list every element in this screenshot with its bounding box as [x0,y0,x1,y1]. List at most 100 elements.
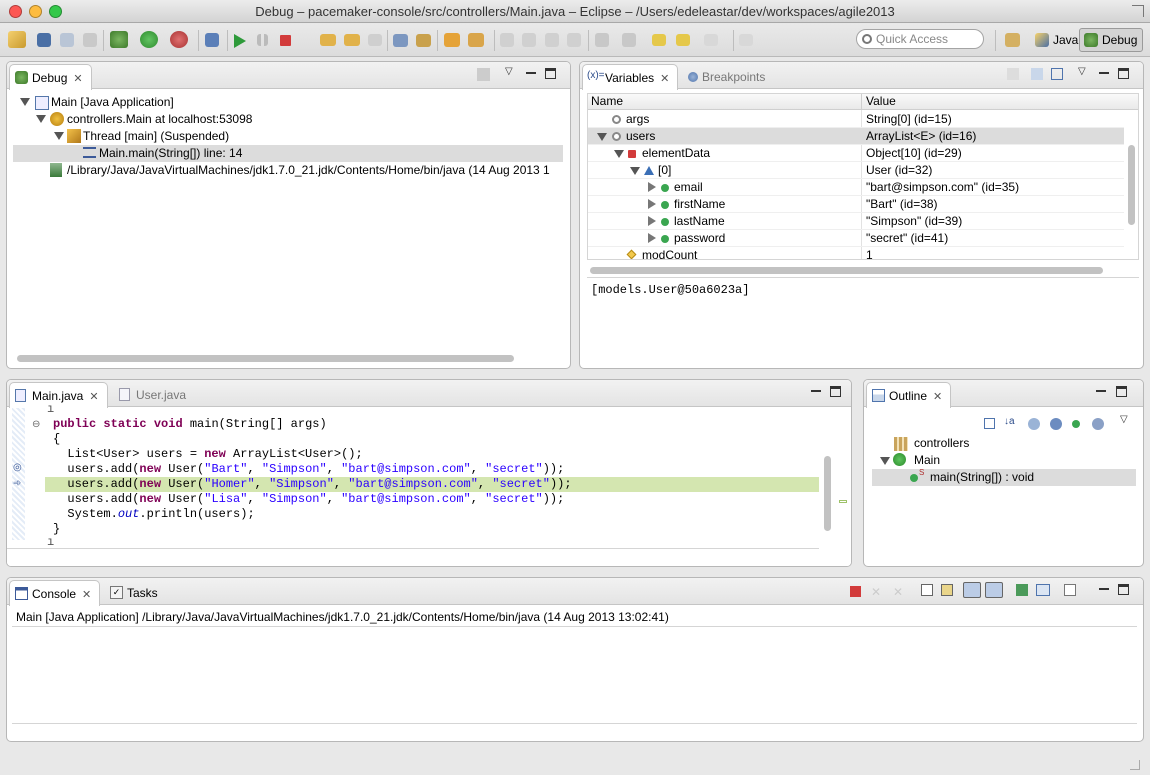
open-type-icon[interactable] [444,33,460,47]
maximize-view-button[interactable] [1118,584,1130,596]
display-selected-console-icon[interactable] [1036,584,1050,596]
perspective-debug[interactable]: Debug [1079,28,1144,52]
collapse-all-icon[interactable] [984,418,995,429]
variable-row[interactable]: modCount 1 [588,247,1124,259]
tab-tasks[interactable]: ✓ Tasks [105,580,166,606]
pin-editor-icon[interactable] [739,34,753,46]
tree-item-launch[interactable]: Main [Java Application] [51,94,174,111]
maximize-view-button[interactable] [1116,386,1128,398]
perspective-java[interactable]: Java [1030,28,1084,52]
expand-toggle-icon[interactable] [648,233,656,243]
skip-breakpoints-icon[interactable] [205,33,219,47]
debug-run-icon[interactable] [110,31,128,48]
collapse-all-icon[interactable] [1051,68,1063,80]
hide-non-public-icon[interactable] [1072,420,1080,428]
show-console-on-output-icon[interactable] [963,582,981,598]
terminate-icon[interactable] [850,586,861,597]
expand-toggle-icon[interactable] [54,132,64,140]
expand-toggle-icon[interactable] [597,133,607,141]
print-icon[interactable] [83,33,97,47]
code-editor[interactable]: ⊖ ◎ ➾ ı public static void main(String[]… [7,402,851,566]
show-console-on-error-icon[interactable] [985,582,1003,598]
close-tab-icon[interactable]: ✕ [660,73,669,85]
minimize-view-button[interactable] [1096,386,1108,398]
previous-annotation-icon[interactable] [622,33,636,47]
expand-toggle-icon[interactable] [630,167,640,175]
back-icon[interactable] [676,34,690,46]
external-tools-icon[interactable] [170,31,188,48]
tab-breakpoints[interactable]: Breakpoints [680,64,773,90]
suspend-icon[interactable] [257,34,268,46]
next-annotation-icon[interactable] [595,33,609,47]
horizontal-scrollbar[interactable] [590,267,1103,274]
quick-access-input[interactable]: Quick Access [856,29,984,49]
minimize-view-button[interactable] [1099,68,1111,80]
view-menu-icon[interactable]: ▽ [1120,414,1132,426]
vertical-scrollbar[interactable] [824,456,831,531]
selected-stack-frame[interactable]: Main.main(String[]) line: 14 [13,145,563,162]
expand-toggle-icon[interactable] [614,150,624,158]
minimize-view-button[interactable] [1099,584,1111,596]
tab-variables[interactable]: (x)= Variables ✕ [582,64,679,90]
close-tab-icon[interactable]: ✕ [82,589,91,601]
close-tab-icon[interactable]: ✕ [933,391,942,403]
expand-toggle-icon[interactable] [880,457,890,465]
hide-static-icon[interactable] [1050,418,1062,430]
resume-icon[interactable] [234,34,246,48]
remove-terminated-icon[interactable] [477,68,490,81]
open-perspective-icon[interactable] [1005,33,1020,47]
column-header-name[interactable]: Name [591,94,623,109]
outline-item-class[interactable]: Main [914,452,940,469]
maximize-view-button[interactable] [545,68,557,80]
tree-item-process[interactable]: /Library/Java/JavaVirtualMachines/jdk1.7… [67,162,550,179]
drop-to-frame-icon[interactable] [393,34,408,47]
minimize-view-button[interactable] [811,386,823,398]
step-into-icon[interactable] [320,34,336,46]
toggle-mark-occurrences-icon[interactable] [500,33,514,47]
step-return-icon[interactable] [368,34,382,46]
hide-local-types-icon[interactable] [1092,418,1104,430]
vertical-scrollbar[interactable] [1128,145,1135,225]
close-tab-icon[interactable]: ✕ [73,73,82,85]
horizontal-scrollbar[interactable] [17,355,514,362]
step-over-icon[interactable] [344,34,360,46]
last-edit-location-icon[interactable] [652,34,666,46]
variable-row[interactable]: firstName "Bart" (id=38) [588,196,1124,213]
tab-debug[interactable]: Debug ✕ [9,64,92,90]
tab-main-java[interactable]: Main.java ✕ [9,382,108,408]
tab-console[interactable]: Console ✕ [9,580,101,606]
breakpoint-icon[interactable]: ◎ [13,462,22,473]
open-console-icon[interactable] [1064,584,1076,596]
maximize-view-button[interactable] [1118,68,1130,80]
variable-row[interactable]: elementData Object[10] (id=29) [588,145,1124,162]
toggle-block-selection-icon[interactable] [522,33,536,47]
remove-launch-icon[interactable]: ✕ [871,585,883,599]
expand-toggle-icon[interactable] [648,216,656,226]
expand-toggle-icon[interactable] [648,182,656,192]
variable-row[interactable]: args String[0] (id=15) [588,111,1124,128]
search-icon[interactable] [468,33,484,47]
variable-row[interactable]: email "bart@simpson.com" (id=35) [588,179,1124,196]
sort-icon[interactable]: ↓a [1004,416,1016,428]
maximize-view-button[interactable] [830,386,842,398]
word-wrap-icon[interactable] [567,33,581,47]
show-type-names-icon[interactable] [1007,68,1019,80]
clear-console-icon[interactable] [921,584,933,596]
minimize-view-button[interactable] [526,68,538,80]
variable-row[interactable]: password "secret" (id=41) [588,230,1124,247]
close-tab-icon[interactable]: ✕ [89,391,98,403]
fullscreen-icon[interactable] [1132,5,1144,17]
fold-toggle-icon[interactable]: ⊖ [32,419,40,430]
run-icon[interactable] [140,31,158,48]
view-menu-icon[interactable]: ▽ [1078,66,1090,78]
variable-row[interactable]: lastName "Simpson" (id=39) [588,213,1124,230]
save-all-icon[interactable] [60,33,74,47]
overview-ruler-marker[interactable] [839,500,847,503]
tree-item-target[interactable]: controllers.Main at localhost:53098 [67,111,252,128]
variable-row[interactable]: [0] User (id=32) [588,162,1124,179]
remove-all-terminated-icon[interactable]: ✕ [893,585,905,599]
column-header-value[interactable]: Value [866,94,896,109]
terminate-icon[interactable] [280,35,291,46]
save-icon[interactable] [37,33,51,47]
resize-grip-icon[interactable] [1130,760,1140,770]
